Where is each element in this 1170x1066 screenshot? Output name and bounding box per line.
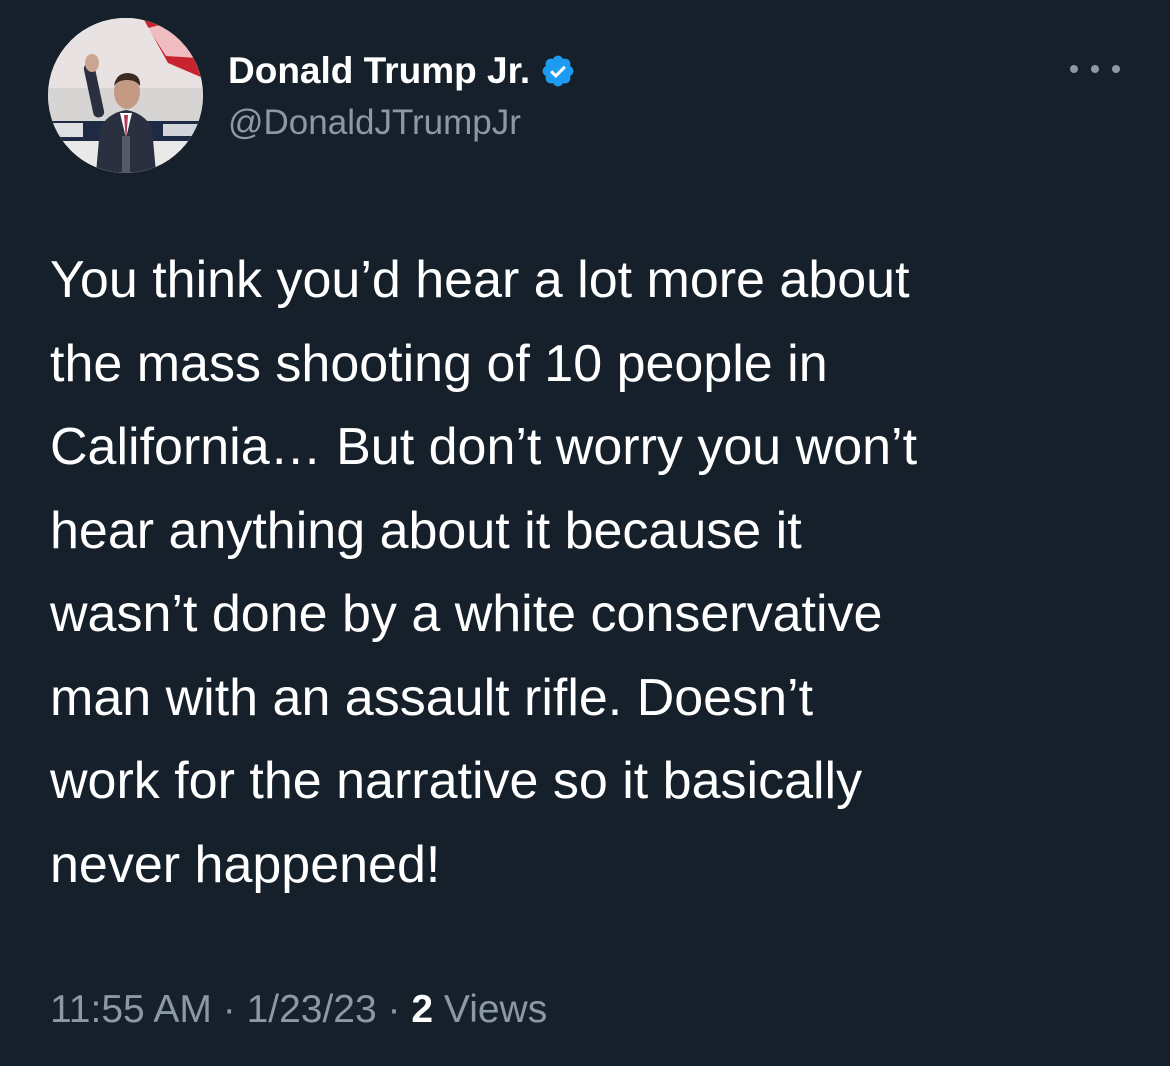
author-display-name[interactable]: Donald Trump Jr. xyxy=(228,48,530,94)
tweet-text-line: work for the narrative so it basically xyxy=(50,752,863,810)
avatar-image xyxy=(48,18,203,173)
tweet-text-line: hear anything about it because it xyxy=(50,501,802,560)
tweet-text-line: California… But don’t worry you won’t xyxy=(50,418,918,476)
verified-badge-icon xyxy=(540,53,576,89)
more-options-icon[interactable] xyxy=(1070,58,1120,80)
tweet-date[interactable]: 1/23/23 xyxy=(247,988,377,1031)
tweet-text-line: the mass shooting of 10 people in xyxy=(50,334,828,393)
tweet-text-line: wasn’t done by a white conservative xyxy=(50,585,883,643)
avatar[interactable] xyxy=(48,18,203,173)
more-dot xyxy=(1112,65,1120,73)
views-label: Views xyxy=(433,988,548,1031)
more-dot xyxy=(1070,65,1078,73)
tweet-time[interactable]: 11:55 AM xyxy=(50,988,212,1031)
tweet-text-line: man with an assault rifle. Doesn’t xyxy=(50,668,814,727)
meta-separator: · xyxy=(211,988,247,1031)
meta-separator: · xyxy=(376,988,412,1031)
tweet-text: You think you’d hear a lot more about th… xyxy=(50,239,1130,907)
more-dot xyxy=(1091,65,1099,73)
author-name-row: Donald Trump Jr. xyxy=(228,48,576,94)
tweet-meta: 11:55 AM · 1/23/23 · 2 Views xyxy=(50,984,547,1036)
tweet-text-line: You think you’d hear a lot more about xyxy=(50,251,910,309)
tweet-text-line: never happened! xyxy=(50,835,441,894)
author-handle[interactable]: @DonaldJTrumpJr xyxy=(228,101,521,145)
views-count: 2 xyxy=(411,988,434,1031)
tweet-card: Donald Trump Jr. @DonaldJTrumpJr You thi… xyxy=(0,0,1170,1066)
